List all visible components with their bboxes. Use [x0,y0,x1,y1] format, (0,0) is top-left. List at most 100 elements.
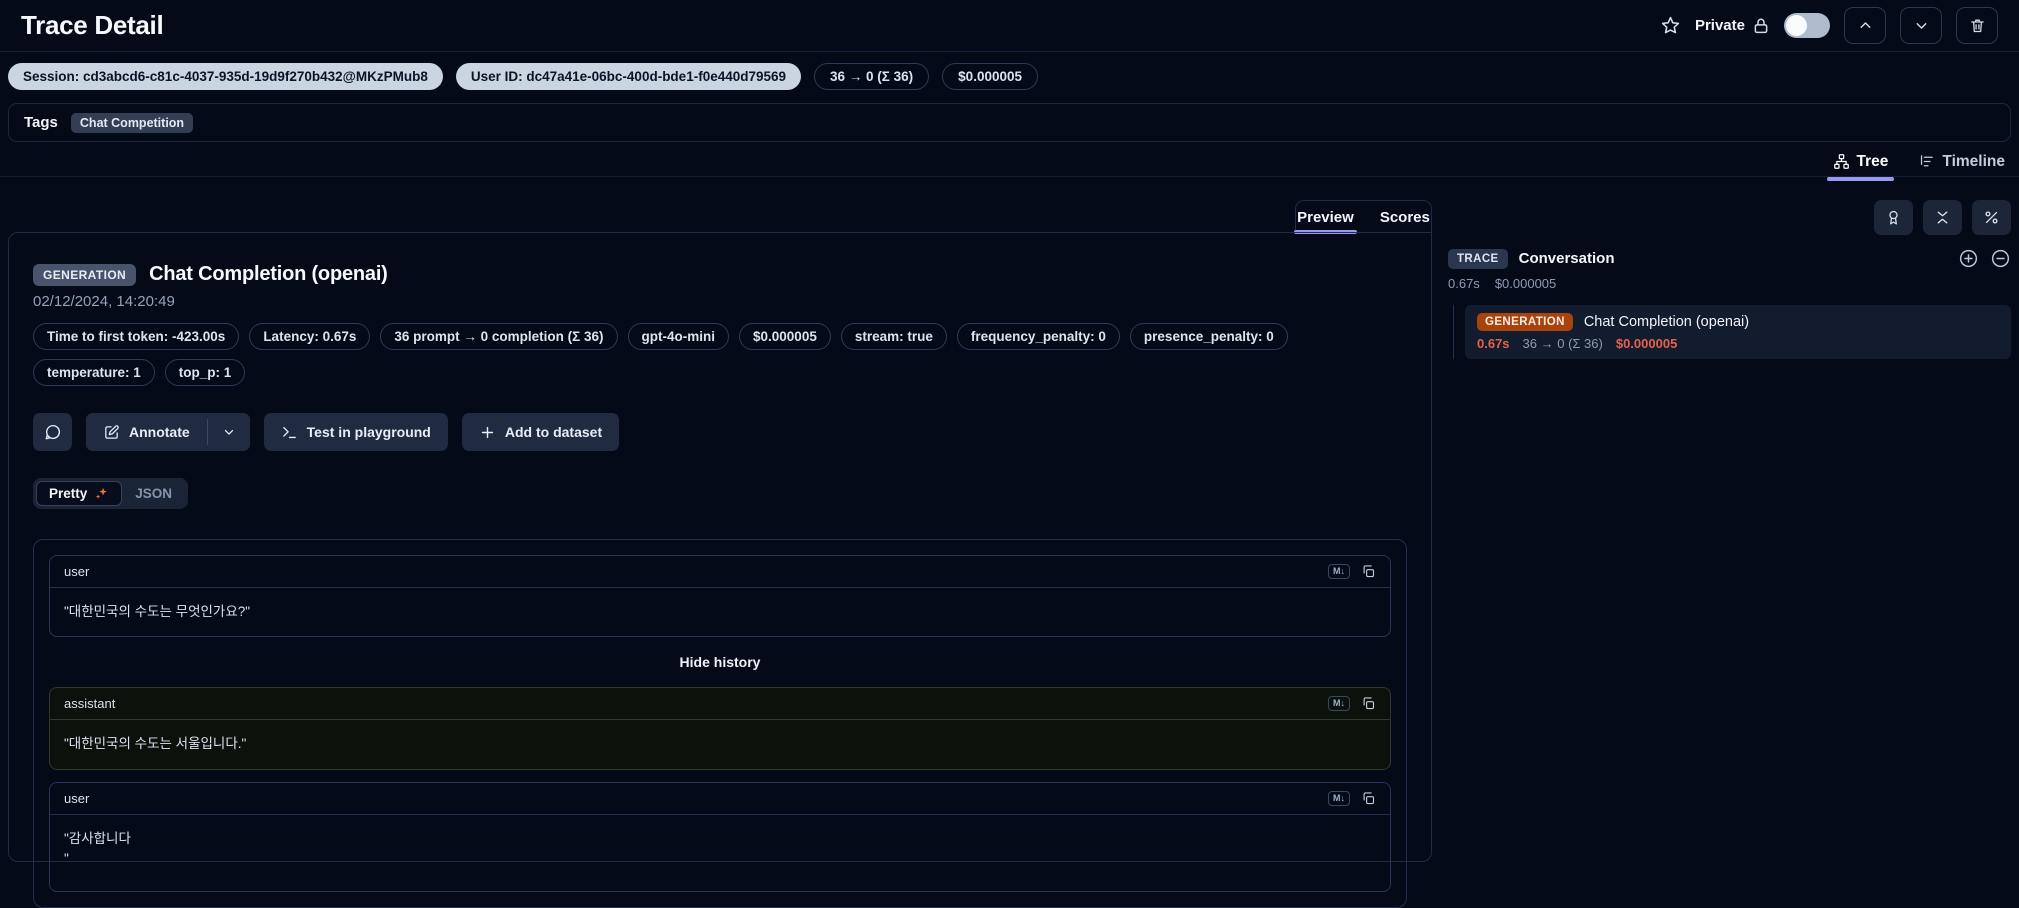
chevron-down-icon [222,425,236,439]
sparkles-icon [94,486,109,501]
actions-row: Annotate Test in playground Add to datas… [33,413,1407,451]
tags-container[interactable]: Tags Chat Competition [8,103,2011,142]
generation-badge: GENERATION [1477,313,1573,331]
trace-root-row[interactable]: TRACE Conversation [1448,248,2011,269]
pill-time-to-first-token: Time to first token: -423.00s [33,323,240,350]
collapse-vertical-icon [1934,209,1951,226]
prev-trace-button[interactable] [1844,7,1886,44]
session-badge[interactable]: Session: cd3abcd6-c81c-4037-935d-19d9f27… [8,63,443,90]
observation-header: GENERATION Chat Completion (openai) [33,263,1407,286]
trace-title: Conversation [1518,250,1615,267]
tree-node-generation[interactable]: GENERATION Chat Completion (openai) 0.67… [1465,305,2011,359]
pill-token-usage: 36 prompt → 0 completion (Σ 36) [380,323,618,350]
metrics-toggle-button[interactable] [1972,200,2011,235]
annotate-split-button: Annotate [86,413,250,451]
tab-scores[interactable]: Scores [1380,202,1430,233]
message-card-assistant: assistant M↓ "대한민국의 수도는 서울입니다." [49,687,1391,770]
lock-icon [1752,17,1770,35]
privacy-toggle[interactable] [1784,13,1830,38]
tab-preview[interactable]: Preview [1294,202,1357,234]
trash-icon [1969,17,1986,34]
content-tabs: Preview Scores [1294,200,1432,234]
tab-timeline[interactable]: Timeline [1918,147,2005,177]
award-icon [1885,209,1902,226]
message-role: user [64,564,90,579]
format-toggle: Pretty JSON [33,478,189,509]
observation-detail-card: GENERATION Chat Completion (openai) 02/1… [8,232,1432,908]
view-tabs: Tree Timeline [1826,146,2005,181]
markdown-toggle-icon[interactable]: M↓ [1328,564,1350,579]
pill-cost: $0.000005 [739,323,831,350]
pretty-label: Pretty [49,486,88,501]
node-latency: 0.67s [1477,336,1510,351]
message-header: user M↓ [50,556,1390,588]
timeline-icon [1918,153,1935,170]
node-cost: $0.000005 [1615,336,1678,351]
trace-cost: $0.000005 [1494,276,1557,291]
message-role: assistant [64,696,116,712]
hide-history-button[interactable]: Hide history [49,649,1391,675]
markdown-toggle-icon[interactable]: M↓ [1328,790,1350,806]
annotate-button[interactable]: Annotate [86,413,207,451]
copy-icon[interactable] [1361,791,1376,806]
delete-trace-button[interactable] [1956,7,1998,44]
observation-timestamp: 02/12/2024, 14:20:49 [33,293,175,310]
copy-icon[interactable] [1361,696,1376,711]
user-id-badge[interactable]: User ID: dc47a41e-06bc-400d-bde1-f0e440d… [455,63,802,90]
node-tokens: 36 → 0 (Σ 36) [1522,336,1603,351]
tags-label: Tags [24,114,58,131]
plus-icon [479,424,496,441]
add-to-dataset-label: Add to dataset [504,424,603,440]
next-trace-button[interactable] [1900,7,1942,44]
playground-label: Test in playground [306,424,431,440]
collapse-all-button[interactable] [1923,200,1962,235]
tab-timeline-label: Timeline [1942,152,2005,170]
message-card-user-2: user M↓ "감사합니다 " [49,781,1391,892]
star-icon[interactable] [1660,15,1681,36]
scores-toggle-button[interactable] [1874,200,1913,235]
toggle-knob [1786,15,1807,36]
tab-tree[interactable]: Tree [1826,147,1895,181]
comment-button[interactable] [33,413,72,451]
tag-chip[interactable]: Chat Competition [70,112,194,133]
tree-children: GENERATION Chat Completion (openai) 0.67… [1453,305,2011,359]
privacy-label: Private [1695,17,1770,35]
token-usage-badge: 36 → 0 (Σ 36) [814,63,930,90]
chevron-up-icon [1857,17,1874,34]
tree-panel-actions [1448,200,2011,235]
message-role: user [64,790,90,806]
terminal-icon [281,424,298,441]
pill-stream: stream: true [840,323,947,350]
markdown-toggle-icon[interactable]: M↓ [1328,696,1350,712]
pill-model[interactable]: gpt-4o-mini [627,323,730,350]
annotate-label: Annotate [129,424,190,440]
percent-icon [1983,209,2000,226]
message-content: "감사합니다 " [64,830,131,866]
observation-title: Chat Completion (openai) [149,263,388,285]
trace-meta-badges: Session: cd3abcd6-c81c-4037-935d-19d9f27… [8,63,1038,90]
json-segment[interactable]: JSON [122,481,185,506]
view-tabs-divider [0,176,2019,177]
collapse-all-icon[interactable] [1990,248,2011,269]
trace-tree-panel: TRACE Conversation 0.67s $0.000005 GENER… [1448,200,2011,359]
playground-button[interactable]: Test in playground [263,413,448,451]
pill-latency: Latency: 0.67s [249,323,371,350]
metric-pills: Time to first token: -423.00s Latency: 0… [33,323,1373,386]
trace-type-badge: TRACE [1448,248,1508,269]
cost-badge: $0.000005 [942,63,1038,90]
pill-frequency-penalty: frequency_penalty: 0 [956,323,1120,350]
pill-temperature: temperature: 1 [33,359,155,386]
copy-icon[interactable] [1361,564,1376,579]
expand-all-icon[interactable] [1958,248,1979,269]
message-content: "대한민국의 수도는 서울입니다." [64,736,247,752]
node-title: Chat Completion (openai) [1583,314,1750,330]
message-header: user M↓ [50,783,1390,815]
trace-latency: 0.67s [1448,276,1480,291]
chevron-down-icon [1913,17,1930,34]
pretty-segment[interactable]: Pretty [36,481,123,506]
message-header: assistant M↓ [50,688,1390,721]
pill-presence-penalty: presence_penalty: 0 [1129,323,1288,350]
tab-tree-label: Tree [1856,152,1889,170]
add-to-dataset-button[interactable]: Add to dataset [461,413,620,451]
annotate-dropdown-button[interactable] [207,413,250,451]
